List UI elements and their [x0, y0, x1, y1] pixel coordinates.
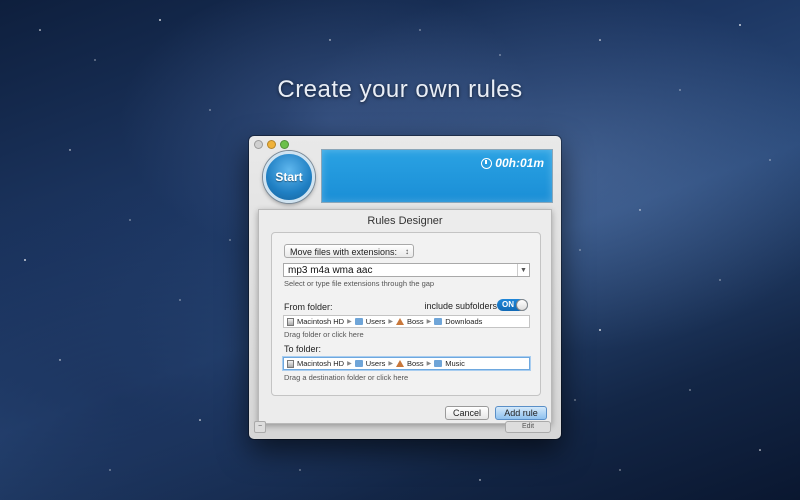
extensions-value: mp3 m4a wma aac	[288, 265, 373, 276]
include-subfolders-label: include subfolders	[424, 301, 497, 311]
app-window: Start 00h:01m Rules Designer Move files …	[249, 136, 561, 439]
from-folder-path[interactable]: Macintosh HD ▶ Users ▶ Boss ▶ Downloads	[283, 315, 530, 328]
edit-button[interactable]: Edit	[505, 421, 551, 433]
path-segment: Users	[365, 317, 386, 326]
to-folder-hint: Drag a destination folder or click here	[284, 373, 409, 382]
path-separator-icon: ▶	[347, 319, 352, 325]
extensions-input[interactable]: mp3 m4a wma aac ▼	[283, 263, 530, 277]
from-folder-label: From folder:	[284, 302, 333, 312]
toggle-state: ON	[502, 300, 514, 309]
to-folder-path[interactable]: Macintosh HD ▶ Users ▶ Boss ▶ Music	[283, 357, 530, 370]
updown-chevron-icon: ↕	[405, 247, 409, 256]
start-button[interactable]: Start	[263, 151, 315, 203]
folder-icon	[354, 318, 363, 325]
clock-icon	[481, 157, 493, 169]
action-select[interactable]: Move files with extensions: ↕	[284, 244, 414, 258]
rule-panel: Move files with extensions: ↕ mp3 m4a wm…	[271, 232, 541, 396]
home-icon	[395, 360, 404, 367]
path-segment: Users	[365, 359, 386, 368]
timer-display: 00h:01m	[321, 149, 553, 203]
path-separator-icon: ▶	[426, 361, 432, 367]
toggle-knob	[516, 299, 528, 311]
home-icon	[395, 318, 404, 325]
window-controls	[254, 140, 289, 149]
path-segment: Macintosh HD	[297, 317, 345, 326]
action-select-value: Move files with extensions:	[290, 247, 398, 257]
include-subfolders-toggle[interactable]: ON	[497, 299, 528, 311]
zoom-window-button[interactable]	[280, 140, 289, 149]
path-separator-icon: ▶	[347, 361, 352, 367]
from-folder-hint: Drag folder or click here	[284, 330, 364, 339]
path-segment: Boss	[406, 317, 424, 326]
remove-rule-button[interactable]: −	[254, 421, 266, 433]
path-separator-icon: ▶	[388, 319, 393, 325]
hard-drive-icon	[287, 359, 294, 368]
minimize-window-button[interactable]	[267, 140, 276, 149]
sheet-title: Rules Designer	[367, 215, 443, 227]
cancel-button[interactable]: Cancel	[445, 406, 489, 420]
path-separator-icon: ▶	[388, 361, 393, 367]
rules-designer-sheet: Rules Designer Move files with extension…	[258, 209, 552, 424]
timer-readout: 00h:01m	[481, 156, 544, 170]
path-segment: Downloads	[445, 317, 483, 326]
path-separator-icon: ▶	[426, 319, 432, 325]
folder-icon	[354, 360, 363, 367]
hard-drive-icon	[287, 317, 294, 326]
folder-icon	[434, 360, 443, 367]
page-headline: Create your own rules	[277, 76, 523, 103]
path-segment: Boss	[406, 359, 424, 368]
path-segment: Macintosh HD	[297, 359, 345, 368]
chevron-down-icon[interactable]: ▼	[517, 264, 529, 276]
close-window-button[interactable]	[254, 140, 263, 149]
timer-value: 00h:01m	[495, 156, 544, 170]
add-rule-button[interactable]: Add rule	[495, 406, 547, 420]
to-folder-label: To folder:	[284, 344, 322, 354]
folder-icon	[434, 318, 443, 325]
path-segment: Music	[445, 359, 465, 368]
extensions-hint: Select or type file extensions through t…	[284, 279, 435, 288]
